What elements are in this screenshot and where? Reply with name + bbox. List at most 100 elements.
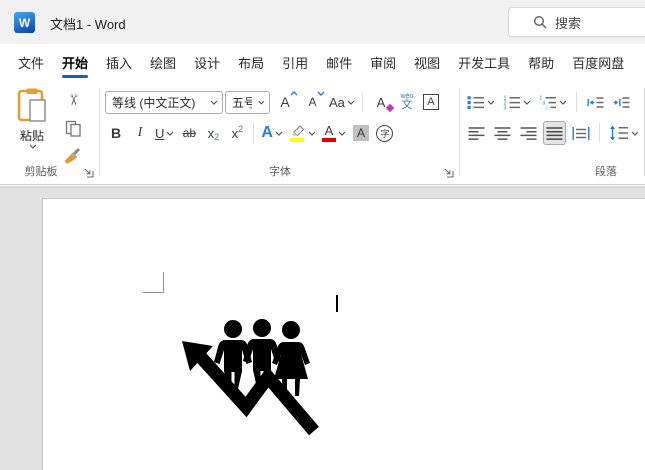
document-title: 文档1 - Word bbox=[50, 17, 126, 32]
font-color-button[interactable]: A bbox=[320, 121, 348, 145]
search-box[interactable]: 搜索 bbox=[508, 7, 645, 37]
distribute-text-button[interactable] bbox=[570, 121, 592, 145]
line-spacing-button[interactable] bbox=[607, 121, 641, 145]
chevron-down-icon bbox=[210, 100, 218, 105]
numbering-button[interactable]: 1 2 3 bbox=[501, 90, 533, 114]
paste-clipboard-icon bbox=[17, 88, 46, 122]
svg-text:i: i bbox=[546, 105, 547, 109]
tab-insert[interactable]: 插入 bbox=[97, 44, 141, 80]
superscript-button[interactable]: x2 bbox=[226, 121, 248, 145]
multilevel-list-icon: 1 a i bbox=[540, 95, 556, 110]
text-highlight-button[interactable] bbox=[287, 121, 318, 145]
phonetic-guide-icon: wén 文 bbox=[400, 93, 413, 111]
subscript-mark: 2 bbox=[214, 132, 220, 142]
chevron-down-icon bbox=[523, 100, 531, 105]
shrink-font-button[interactable]: A bbox=[300, 90, 325, 114]
increase-indent-button[interactable] bbox=[610, 90, 632, 114]
align-center-icon bbox=[494, 126, 510, 140]
tab-baidu-netdisk[interactable]: 百度网盘 bbox=[563, 44, 633, 80]
eraser-icon bbox=[385, 103, 395, 113]
subscript-button[interactable]: x2 bbox=[202, 121, 224, 145]
decrease-indent-button[interactable] bbox=[584, 90, 606, 114]
bullets-button[interactable] bbox=[465, 90, 497, 114]
chevron-down-icon bbox=[338, 131, 346, 136]
strikethrough-button[interactable]: ab bbox=[178, 121, 200, 145]
enclose-characters-icon: 字 bbox=[376, 124, 394, 142]
decrease-indent-icon bbox=[587, 96, 603, 108]
paragraph-row-2 bbox=[465, 119, 641, 147]
bullet-list-icon bbox=[467, 95, 484, 109]
tab-developer[interactable]: 开发工具 bbox=[449, 44, 519, 80]
font-size-combobox[interactable]: 五号 bbox=[225, 90, 270, 114]
font-name-combobox[interactable]: 等线 (中文正文) bbox=[105, 90, 223, 114]
align-center-button[interactable] bbox=[491, 121, 513, 145]
search-icon bbox=[533, 15, 547, 29]
chevron-down-icon bbox=[559, 100, 567, 105]
clipboard-group: 粘贴 ✂ 剪贴板 bbox=[0, 80, 100, 184]
document-page[interactable] bbox=[42, 198, 645, 470]
copy-icon bbox=[65, 120, 81, 137]
font-group-label: 字体 bbox=[269, 166, 291, 178]
character-border-button[interactable]: A bbox=[420, 90, 442, 114]
justify-icon bbox=[546, 126, 563, 140]
svg-text:3: 3 bbox=[504, 105, 507, 109]
grow-font-button[interactable]: A bbox=[272, 90, 298, 114]
margin-corner-mark bbox=[143, 272, 164, 293]
ribbon: 粘贴 ✂ 剪贴板 等线 (中文正文) 五号 A A Aa A wén 文 A B… bbox=[0, 80, 645, 185]
font-row-2: B I U ab x2 x2 A A A 字 bbox=[105, 119, 456, 147]
justify-button[interactable] bbox=[543, 121, 566, 145]
font-color-bar bbox=[321, 138, 336, 142]
chevron-down-icon bbox=[275, 131, 283, 136]
bold-letter: B bbox=[110, 125, 122, 141]
clear-formatting-button[interactable]: A bbox=[368, 90, 395, 114]
phonetic-base-char: 文 bbox=[401, 99, 413, 111]
bold-button[interactable]: B bbox=[105, 121, 127, 145]
italic-button[interactable]: I bbox=[129, 121, 151, 145]
separator bbox=[361, 92, 363, 112]
clear-formatting-letter: A bbox=[376, 94, 386, 110]
tab-draw[interactable]: 绘图 bbox=[141, 44, 185, 80]
copy-button[interactable] bbox=[60, 116, 86, 140]
grow-font-letter: A bbox=[280, 94, 290, 110]
align-right-button[interactable] bbox=[517, 121, 539, 145]
cut-button[interactable]: ✂ bbox=[60, 88, 86, 112]
clipboard-dialog-launcher[interactable] bbox=[82, 166, 95, 179]
chevron-down-icon bbox=[308, 131, 316, 136]
people-growth-arrow-clipart[interactable] bbox=[181, 317, 321, 443]
paste-button[interactable]: 粘贴 bbox=[8, 88, 56, 160]
tab-mailings[interactable]: 邮件 bbox=[317, 44, 361, 80]
tab-file[interactable]: 文件 bbox=[9, 44, 53, 80]
multilevel-list-button[interactable]: 1 a i bbox=[537, 90, 569, 114]
distribute-text-icon bbox=[572, 126, 590, 140]
underline-button[interactable]: U bbox=[153, 121, 176, 145]
tab-references[interactable]: 引用 bbox=[273, 44, 317, 80]
font-dialog-launcher[interactable] bbox=[442, 166, 455, 179]
separator bbox=[253, 123, 255, 143]
phonetic-guide-button[interactable]: wén 文 bbox=[396, 90, 418, 114]
separator bbox=[576, 92, 577, 112]
change-case-button[interactable]: Aa bbox=[327, 90, 357, 114]
align-right-icon bbox=[520, 126, 536, 140]
text-effects-button[interactable]: A bbox=[259, 121, 285, 145]
tab-review[interactable]: 审阅 bbox=[361, 44, 405, 80]
tab-layout[interactable]: 布局 bbox=[229, 44, 273, 80]
paragraph-row-1: 1 2 3 1 a i bbox=[465, 88, 641, 116]
tab-design[interactable]: 设计 bbox=[185, 44, 229, 80]
font-size-value: 五号 bbox=[232, 95, 253, 110]
superscript-mark: 2 bbox=[238, 124, 244, 134]
text-effects-letter: A bbox=[261, 124, 273, 141]
highlight-color-bar bbox=[290, 137, 305, 142]
character-shading-button[interactable]: A bbox=[350, 121, 372, 145]
tab-view[interactable]: 视图 bbox=[405, 44, 449, 80]
tab-home[interactable]: 开始 bbox=[53, 44, 97, 80]
dialog-launcher-icon bbox=[444, 168, 454, 178]
chevron-down-icon bbox=[166, 131, 174, 136]
shrink-font-letter: A bbox=[308, 95, 317, 109]
font-color-letter: A bbox=[324, 123, 334, 138]
align-left-icon bbox=[468, 126, 484, 140]
align-left-button[interactable] bbox=[465, 121, 487, 145]
tab-help[interactable]: 帮助 bbox=[519, 44, 563, 80]
font-row-1: 等线 (中文正文) 五号 A A Aa A wén 文 A bbox=[105, 88, 456, 116]
chevron-down-icon bbox=[258, 100, 265, 104]
enclose-characters-button[interactable]: 字 bbox=[374, 121, 396, 145]
